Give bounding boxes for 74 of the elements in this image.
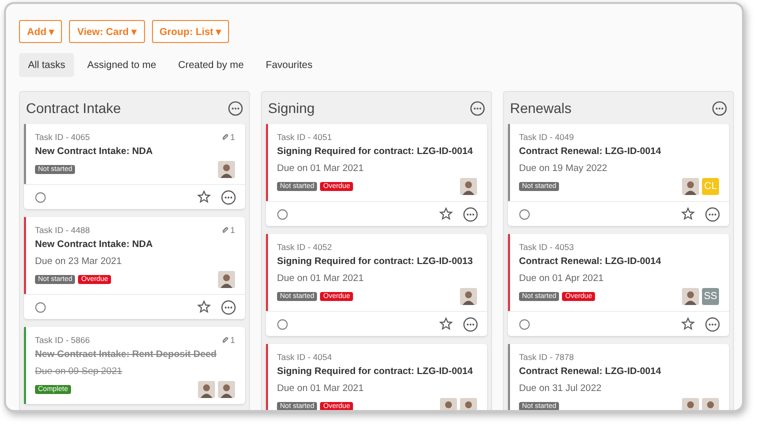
avatar-icon xyxy=(682,398,699,410)
avatar-icon xyxy=(218,161,235,178)
paperclip-icon xyxy=(221,226,230,234)
task-title: Contract Renewal: LZG-ID-0014 xyxy=(519,256,662,267)
complete-checkbox[interactable] xyxy=(35,302,46,312)
column-title: Contract Intake xyxy=(26,100,121,116)
complete-checkbox[interactable] xyxy=(519,208,530,220)
star-icon[interactable] xyxy=(197,190,211,204)
avatar-icon xyxy=(460,398,477,410)
task-id: Task ID - 4049 xyxy=(519,132,574,142)
star-icon[interactable] xyxy=(439,207,453,221)
due-date: Due on 01 Mar 2021 xyxy=(277,383,365,394)
task-title: New Contract Intake: Rent Deposit Deed xyxy=(35,349,218,360)
task-id: Task ID - 7878 xyxy=(519,352,574,362)
star-icon[interactable] xyxy=(681,317,695,331)
avatar-initials: CL xyxy=(702,178,719,195)
task-id: Task ID - 4052 xyxy=(277,242,332,252)
column-title: Signing xyxy=(268,100,315,116)
star-icon[interactable] xyxy=(681,207,695,221)
task-title: New Contract Intake: NDA xyxy=(35,146,154,157)
avatar-icon xyxy=(440,398,457,410)
task-id: Task ID - 5866 xyxy=(35,335,90,345)
more-icon[interactable] xyxy=(463,206,478,222)
task-title: Contract Renewal: LZG-ID-0014 xyxy=(519,146,662,157)
filter-tab[interactable]: Created by me xyxy=(169,53,253,77)
paperclip-icon xyxy=(221,336,230,344)
task-title: Signing Required for contract: LZG-ID-0013 xyxy=(277,256,474,267)
avatar-icon xyxy=(702,398,719,410)
due-date: Due on 23 Mar 2021 xyxy=(35,256,123,267)
attachment-count: 1 xyxy=(230,225,235,235)
due-date: Due on 09 Sep 2021 xyxy=(35,366,124,377)
task-id: Task ID - 4051 xyxy=(277,132,332,142)
star-icon[interactable] xyxy=(197,300,211,314)
more-icon[interactable] xyxy=(228,100,243,116)
complete-checkbox[interactable] xyxy=(277,318,288,330)
task-id: Task ID - 4054 xyxy=(277,352,332,362)
filter-tab[interactable]: All tasks xyxy=(19,53,74,77)
star-icon[interactable] xyxy=(439,317,453,331)
more-icon[interactable] xyxy=(705,206,720,222)
due-date: Due on 01 Apr 2021 xyxy=(519,273,605,284)
task-id: Task ID - 4065 xyxy=(35,132,90,142)
avatar-icon xyxy=(218,381,235,398)
more-icon[interactable] xyxy=(712,100,727,116)
task-title: Signing Required for contract: LZG-ID-0014 xyxy=(277,146,474,157)
due-date: Due on 31 Jul 2022 xyxy=(519,383,602,394)
due-date: Due on 01 Mar 2021 xyxy=(277,273,365,284)
avatar-icon xyxy=(682,178,699,195)
more-icon[interactable] xyxy=(705,316,720,332)
column-title: Renewals xyxy=(510,100,572,116)
more-icon[interactable] xyxy=(221,190,236,204)
avatar-icon xyxy=(198,381,215,398)
task-title: Contract Renewal: LZG-ID-0014 xyxy=(519,366,662,377)
filter-tab[interactable]: Assigned to me xyxy=(78,53,166,77)
more-icon[interactable] xyxy=(470,100,485,116)
more-icon[interactable] xyxy=(463,316,478,332)
task-id: Task ID - 4053 xyxy=(519,242,574,252)
attachment-count: 1 xyxy=(230,335,235,345)
avatar-icon xyxy=(460,178,477,195)
avatar-initials: SS xyxy=(702,288,719,305)
due-date: Due on 19 May 2022 xyxy=(519,163,608,174)
paperclip-icon xyxy=(221,133,230,141)
attachment-count: 1 xyxy=(230,132,235,142)
avatar-icon xyxy=(218,271,235,288)
task-title: New Contract Intake: NDA xyxy=(35,239,154,250)
complete-checkbox[interactable] xyxy=(519,318,530,330)
complete-checkbox[interactable] xyxy=(277,208,288,220)
avatar-icon xyxy=(460,288,477,305)
more-icon[interactable] xyxy=(221,300,236,314)
task-title: Signing Required for contract: LZG-ID-0014 xyxy=(277,366,474,377)
complete-checkbox[interactable] xyxy=(35,192,46,202)
task-id: Task ID - 4488 xyxy=(35,225,90,235)
filter-tab[interactable]: Favourites xyxy=(256,53,322,77)
due-date: Due on 01 Mar 2021 xyxy=(277,163,365,174)
avatar-icon xyxy=(682,288,699,305)
